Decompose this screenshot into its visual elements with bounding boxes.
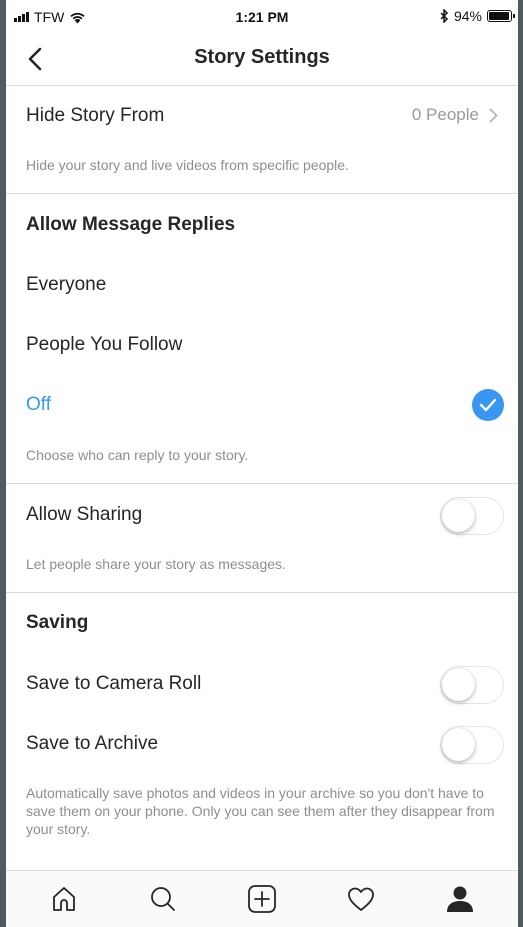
- toggle-knob: [442, 668, 475, 701]
- reply-option-label: Off: [26, 394, 51, 415]
- reply-option-everyone[interactable]: Everyone: [6, 254, 518, 314]
- reply-option-people-you-follow[interactable]: People You Follow: [6, 314, 518, 374]
- toggle-knob: [442, 499, 475, 532]
- allow-sharing-toggle[interactable]: [440, 497, 504, 535]
- home-icon[interactable]: [44, 879, 84, 919]
- message-replies-note: Choose who can reply to your story.: [26, 447, 249, 463]
- reply-option-off[interactable]: Off: [6, 374, 518, 434]
- divider: [6, 193, 518, 194]
- save-camera-roll-toggle[interactable]: [440, 666, 504, 704]
- status-bar: TFW 1:21 PM 94%: [6, 0, 518, 34]
- battery-fill: [489, 12, 509, 20]
- reply-option-label: People You Follow: [26, 334, 183, 355]
- save-archive-label: Save to Archive: [26, 733, 159, 754]
- allow-sharing-note: Let people share your story as messages.: [26, 556, 286, 572]
- search-icon[interactable]: [143, 879, 183, 919]
- saving-note: Automatically save photos and videos in …: [26, 785, 495, 837]
- add-post-icon[interactable]: [242, 879, 282, 919]
- battery-percent: 94%: [453, 8, 482, 24]
- phone-screen: TFW 1:21 PM 94% Story Settings Hide Stor…: [6, 0, 518, 927]
- activity-heart-icon[interactable]: [341, 879, 381, 919]
- hide-story-value[interactable]: 0 People: [412, 105, 498, 125]
- hide-story-note: Hide your story and live videos from spe…: [26, 157, 349, 173]
- chevron-right-icon: [489, 108, 498, 122]
- allow-sharing-label: Allow Sharing: [26, 504, 143, 525]
- toggle-knob: [442, 728, 475, 761]
- battery-icon: [487, 10, 515, 22]
- saving-heading: Saving: [26, 612, 89, 633]
- bluetooth-icon: [440, 9, 449, 23]
- tab-bar: [6, 870, 518, 927]
- hide-story-label: Hide Story From: [26, 105, 165, 126]
- save-camera-roll-label: Save to Camera Roll: [26, 673, 202, 694]
- message-replies-heading: Allow Message Replies: [26, 214, 236, 235]
- status-right: 94%: [440, 8, 515, 24]
- save-archive-toggle[interactable]: [440, 726, 504, 764]
- checkmark-icon: [472, 389, 504, 421]
- hide-story-count: 0 People: [411, 105, 479, 124]
- divider: [6, 592, 518, 593]
- nav-bar: Story Settings: [6, 34, 518, 86]
- profile-icon[interactable]: [440, 879, 480, 919]
- page-title: Story Settings: [194, 46, 330, 68]
- reply-option-label: Everyone: [26, 274, 107, 295]
